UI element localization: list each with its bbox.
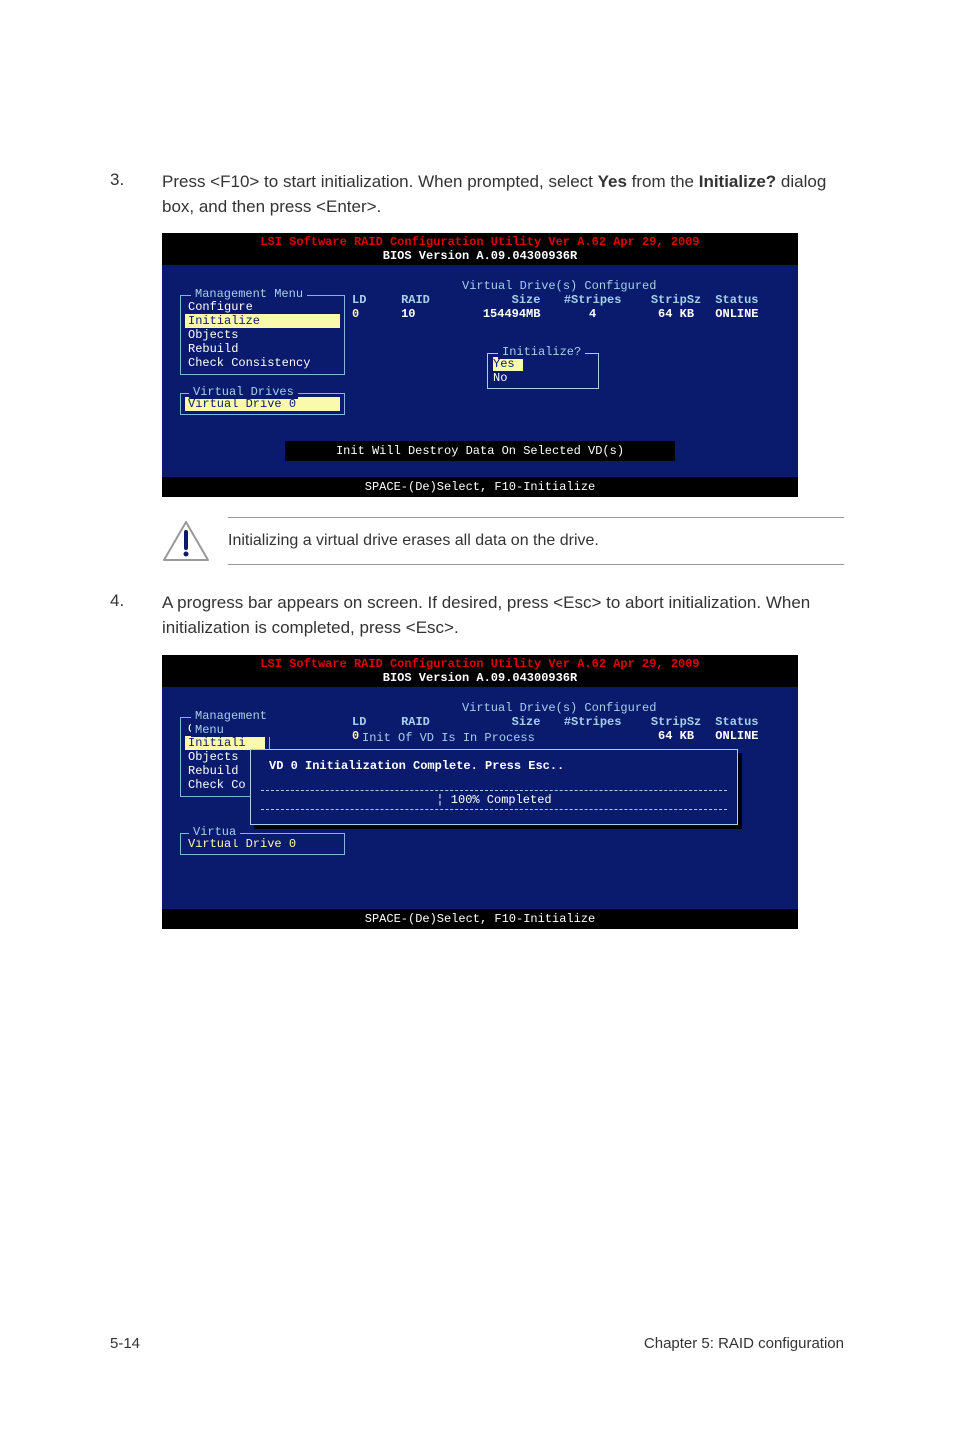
h-status: Status [715, 715, 784, 729]
bios-title: LSI Software RAID Configuration Utility … [162, 657, 798, 671]
bios-header: LSI Software RAID Configuration Utility … [162, 233, 798, 265]
h-stripes: #Stripes [548, 715, 636, 729]
vd-table: LD RAID Size #Stripes StripSz Status 0 1… [352, 293, 784, 321]
h-size: Size [460, 715, 548, 729]
note-text: Initializing a virtual drive erases all … [228, 517, 844, 565]
text-bold: Yes [598, 172, 627, 191]
bios-body: Virtual Drive(s) Configured Management M… [162, 687, 798, 909]
d-stripes [548, 729, 636, 743]
bios-title: LSI Software RAID Configuration Utility … [162, 235, 798, 249]
page: 3. Press <F10> to start initialization. … [0, 0, 954, 1438]
progress-panel: VD 0 Initialization Complete. Press Esc.… [250, 749, 738, 825]
text-b: from the [627, 172, 699, 191]
page-footer: 5-14 Chapter 5: RAID configuration [110, 1335, 844, 1352]
initialize-options: Yes No [488, 354, 598, 388]
step-text: A progress bar appears on screen. If des… [162, 591, 844, 640]
menu-item-configure: Configure [185, 300, 340, 314]
page-number: 5-14 [110, 1335, 140, 1352]
menu-item-rebuild: Rebuild [185, 342, 340, 356]
table-header: LD RAID Size #Stripes StripSz Status [352, 293, 784, 307]
chapter-title: Chapter 5: RAID configuration [644, 1335, 844, 1352]
step-number: 4. [110, 591, 162, 640]
step-number: 3. [110, 170, 162, 219]
bios-screen-2: LSI Software RAID Configuration Utility … [162, 655, 798, 929]
table-row: 0 10 154494MB 4 64 KB ONLINE [352, 307, 784, 321]
d-ld: 0 [352, 307, 401, 321]
virtual-drive-0: Virtual Drive 0 [185, 837, 340, 851]
management-menu: Management Menu Configure Initialize Obj… [180, 295, 345, 375]
h-raid: RAID [401, 715, 460, 729]
management-menu-list: Configure Initialize Objects Rebuild Che… [181, 296, 344, 374]
virtual-drive-0: Virtual Drive 0 [185, 397, 340, 411]
management-menu-label: Management Menu [191, 709, 271, 737]
note-callout: Initializing a virtual drive erases all … [162, 517, 844, 565]
vdc-label: Virtual Drive(s) Configured [462, 701, 656, 715]
virtual-drives-box: Virtua Virtual Drive 0 [180, 833, 345, 855]
d-stripsz: 64 KB [637, 729, 716, 743]
virtual-drives-label: Virtua [189, 825, 240, 839]
virtual-drives-label: Virtual Drives [189, 385, 298, 399]
message-bar: Init Will Destroy Data On Selected VD(s) [285, 441, 675, 461]
option-yes: Yes [493, 357, 523, 371]
h-stripsz: StripSz [637, 715, 716, 729]
table-header: LD RAID Size #Stripes StripSz Status [352, 715, 784, 729]
management-menu-label: Management Menu [191, 287, 307, 301]
h-ld: LD [352, 293, 401, 307]
text-bold2: Initialize? [699, 172, 776, 191]
bios-version: BIOS Version A.09.04300936R [162, 671, 798, 685]
bios-screen-1: LSI Software RAID Configuration Utility … [162, 233, 798, 497]
bios-version: BIOS Version A.09.04300936R [162, 249, 798, 263]
progress-message: VD 0 Initialization Complete. Press Esc.… [261, 756, 727, 776]
initialize-label: Initialize? [498, 345, 585, 359]
h-stripsz: StripSz [637, 293, 716, 307]
menu-item-initialize: Initialize [185, 314, 340, 328]
d-raid: 10 [401, 307, 460, 321]
vdc-label: Virtual Drive(s) Configured [462, 279, 656, 293]
warning-icon [162, 520, 210, 562]
step-3: 3. Press <F10> to start initialization. … [110, 170, 844, 219]
bios-footer: SPACE-(De)Select, F10-Initialize [162, 477, 798, 497]
d-status: ONLINE [715, 307, 784, 321]
init-in-process: Init Of VD Is In Process [362, 731, 535, 745]
d-stripes: 4 [548, 307, 636, 321]
bios-body: Virtual Drive(s) Configured Management M… [162, 265, 798, 477]
d-size: 154494MB [460, 307, 548, 321]
h-size: Size [460, 293, 548, 307]
menu-item-initialize: Initiali [185, 736, 265, 750]
bios-footer: SPACE-(De)Select, F10-Initialize [162, 909, 798, 929]
text-a: Press <F10> to start initialization. Whe… [162, 172, 598, 191]
progress-bar: ¦ 100% Completed [261, 790, 727, 810]
step-text: Press <F10> to start initialization. Whe… [162, 170, 844, 219]
step-4: 4. A progress bar appears on screen. If … [110, 591, 844, 640]
d-stripsz: 64 KB [637, 307, 716, 321]
menu-item-objects: Objects [185, 328, 340, 342]
h-ld: LD [352, 715, 401, 729]
h-raid: RAID [401, 293, 460, 307]
virtual-drives-box: Virtual Drives Virtual Drive 0 [180, 393, 345, 415]
initialize-dialog: Initialize? Yes No [487, 353, 599, 389]
d-status: ONLINE [715, 729, 784, 743]
option-no: No [493, 371, 593, 385]
bios-header: LSI Software RAID Configuration Utility … [162, 655, 798, 687]
h-stripes: #Stripes [548, 293, 636, 307]
h-status: Status [715, 293, 784, 307]
menu-item-check-consistency: Check Consistency [185, 356, 340, 370]
